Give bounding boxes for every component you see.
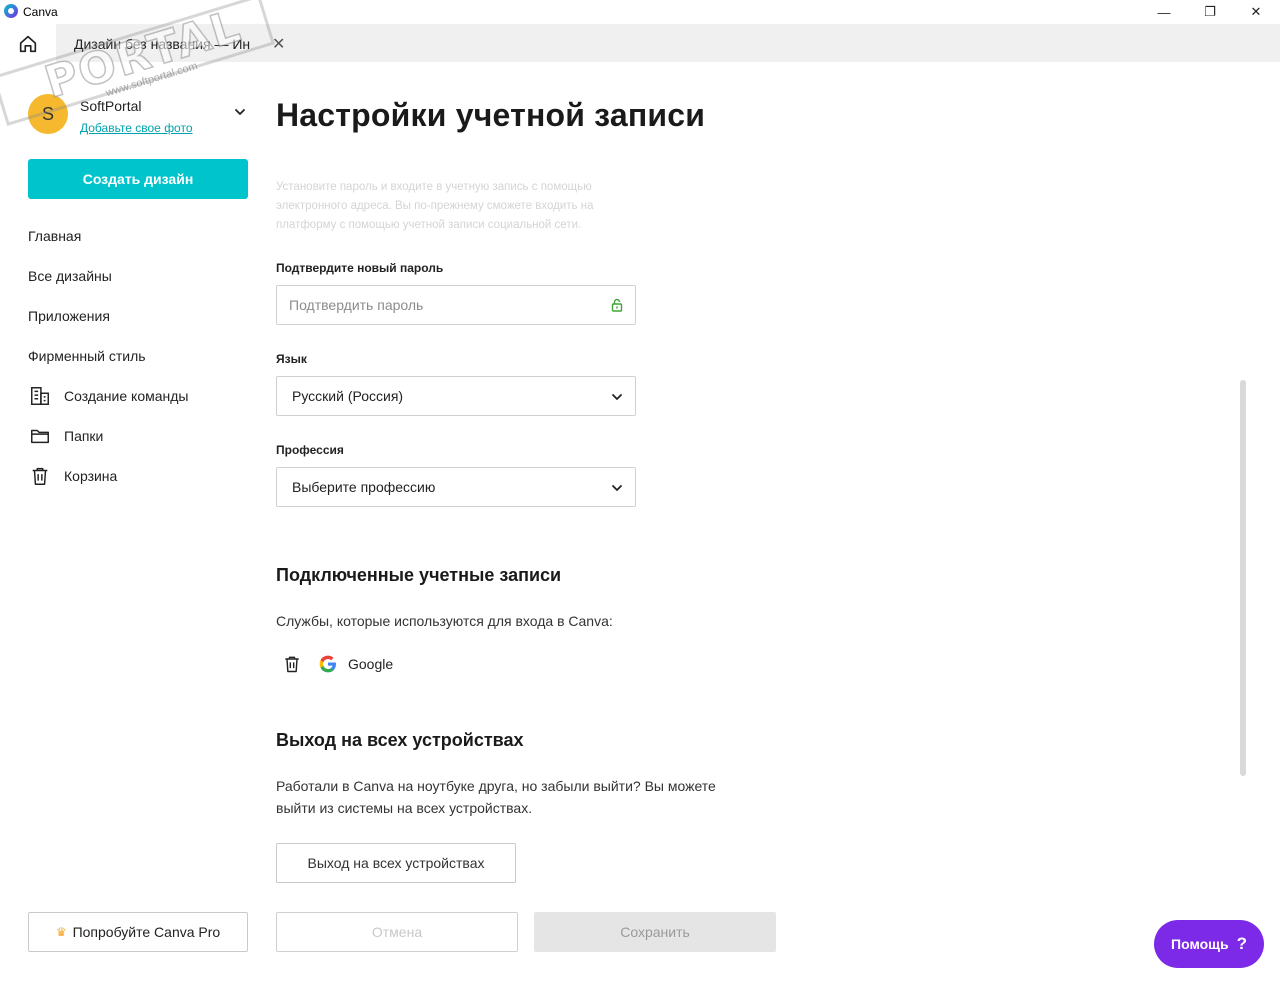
profession-value: Выберите профессию	[292, 479, 436, 495]
try-pro-label: Попробуйте Canva Pro	[72, 924, 221, 940]
help-label: Помощь	[1171, 936, 1229, 952]
sidebar-item-create-team[interactable]: Создание команды	[28, 376, 258, 416]
confirm-password-input[interactable]	[289, 286, 589, 324]
app-title: Canva	[23, 5, 58, 19]
tab-close-icon[interactable]: ✕	[272, 34, 285, 54]
close-window-button[interactable]: ✕	[1233, 0, 1279, 24]
tab-label: Дизайн без названия — Ин	[74, 36, 251, 52]
title-bar: Canva — ❐ ✕	[0, 0, 1280, 24]
create-design-button[interactable]: Создать дизайн	[28, 159, 248, 199]
remove-service-button[interactable]	[280, 652, 304, 676]
google-icon	[319, 655, 336, 673]
sidebar-nav: Главная Все дизайны Приложения Фирменный…	[28, 216, 258, 496]
avatar: S	[28, 94, 68, 134]
logout-all-devices-button[interactable]: Выход на всех устройствах	[276, 843, 516, 883]
confirm-password-label: Подтвердите новый пароль	[276, 261, 444, 275]
building-icon	[28, 384, 52, 408]
sidebar-item-apps[interactable]: Приложения	[28, 296, 258, 336]
confirm-password-field[interactable]	[276, 285, 636, 325]
profile-menu[interactable]: S SoftPortal Добавьте свое фото	[28, 94, 258, 138]
scrollbar-thumb[interactable]	[1240, 380, 1246, 776]
sidebar-item-folders[interactable]: Папки	[28, 416, 258, 456]
scrollbar[interactable]	[1238, 380, 1248, 778]
sidebar-item-trash[interactable]: Корзина	[28, 456, 258, 496]
sidebar-item-home[interactable]: Главная	[28, 216, 258, 256]
home-button[interactable]	[12, 30, 44, 58]
crown-icon: ♛	[55, 925, 67, 939]
page-title: Настройки учетной записи	[276, 97, 706, 133]
trash-icon	[285, 656, 299, 673]
chevron-down-icon	[612, 394, 622, 400]
language-value: Русский (Россия)	[292, 388, 404, 404]
account-settings: Настройки учетной записи Установите паро…	[276, 64, 1236, 984]
chevron-down-icon[interactable]	[232, 104, 248, 120]
help-button[interactable]: Помощь ?	[1154, 920, 1264, 968]
tab-bar: Дизайн без названия — Ин ✕	[0, 24, 1280, 64]
folder-icon	[28, 424, 52, 448]
connected-accounts-desc: Службы, которые используются для входа в…	[276, 613, 613, 629]
language-label: Язык	[276, 352, 307, 366]
sidebar-item-label: Создание команды	[64, 388, 189, 404]
try-canva-pro-button[interactable]: ♛ Попробуйте Canva Pro	[28, 912, 248, 952]
language-select[interactable]: Русский (Россия)	[276, 376, 636, 416]
profession-label: Профессия	[276, 443, 344, 457]
question-icon: ?	[1236, 934, 1247, 953]
profession-select[interactable]: Выберите профессию	[276, 467, 636, 507]
trash-icon	[28, 464, 52, 488]
canva-logo-icon	[4, 4, 18, 18]
sidebar-item-label: Главная	[28, 228, 82, 244]
logout-all-title: Выход на всех устройствах	[276, 730, 524, 750]
sidebar-item-label: Фирменный стиль	[28, 348, 146, 364]
maximize-button[interactable]: ❐	[1187, 0, 1233, 24]
cancel-button[interactable]: Отмена	[276, 912, 518, 952]
minimize-button[interactable]: —	[1141, 0, 1187, 24]
sidebar-item-brand-kit[interactable]: Фирменный стиль	[28, 336, 258, 376]
chevron-down-icon	[612, 485, 622, 491]
logout-all-desc: Работали в Canva на ноутбуке друга, но з…	[276, 778, 716, 816]
add-photo-link[interactable]: Добавьте свое фото	[80, 121, 193, 135]
profile-name: SoftPortal	[80, 98, 142, 114]
connected-service-google: Google	[280, 652, 393, 676]
tab-design[interactable]: Дизайн без названия — Ин ✕	[56, 24, 1280, 62]
home-icon	[19, 35, 37, 53]
sidebar-item-label: Приложения	[28, 308, 110, 324]
lock-icon	[611, 298, 623, 312]
sidebar-item-label: Папки	[64, 428, 104, 444]
save-button[interactable]: Сохранить	[534, 912, 776, 952]
sidebar-item-label: Все дизайны	[28, 268, 112, 284]
sidebar: S SoftPortal Добавьте свое фото Создать …	[0, 64, 264, 984]
connected-accounts-title: Подключенные учетные записи	[276, 565, 562, 585]
service-name: Google	[348, 656, 394, 672]
sidebar-item-label: Корзина	[64, 468, 118, 484]
sidebar-item-all-designs[interactable]: Все дизайны	[28, 256, 258, 296]
password-hint: Установите пароль и входите в учетную за…	[276, 181, 594, 231]
